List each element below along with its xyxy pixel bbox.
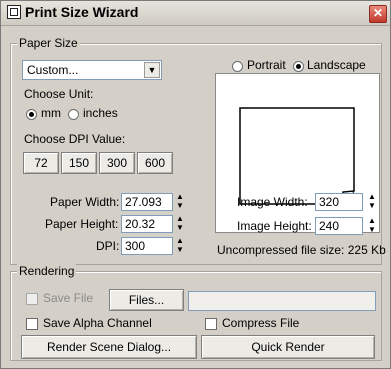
render-scene-dialog-button[interactable]: Render Scene Dialog... (21, 335, 197, 359)
paper-height-label: Paper Height: (45, 217, 119, 231)
quick-render-button[interactable]: Quick Render (201, 335, 375, 359)
close-button[interactable]: ✕ (369, 5, 387, 23)
unit-mm-radio[interactable] (26, 109, 37, 120)
dpi-field-label: DPI: (96, 239, 120, 253)
compress-file-label[interactable]: Compress File (222, 316, 299, 330)
file-size-text: Uncompressed file size: 225 Kb (217, 243, 386, 257)
image-width-field[interactable]: 320 (315, 193, 363, 211)
landscape-label[interactable]: Landscape (307, 58, 366, 72)
compress-file-checkbox[interactable] (205, 318, 217, 330)
image-width-spinner[interactable]: ▲ ▼ (367, 193, 377, 211)
paper-width-field[interactable]: 27.093 (121, 193, 173, 211)
file-path-field[interactable] (188, 291, 376, 311)
save-file-label[interactable]: Save File (43, 291, 93, 305)
dpi-72-button[interactable]: 72 (23, 152, 59, 174)
paper-preset-dropdown[interactable]: Custom... ▼ (22, 60, 162, 80)
title-bar[interactable]: Print Size Wizard ✕ (1, 1, 390, 26)
portrait-radio[interactable] (232, 61, 243, 72)
dpi-300-button[interactable]: 300 (99, 152, 135, 174)
landscape-radio[interactable] (293, 61, 304, 72)
save-alpha-checkbox[interactable] (26, 318, 38, 330)
portrait-label[interactable]: Portrait (247, 58, 286, 72)
chevron-down-icon[interactable]: ▼ (144, 62, 160, 78)
rendering-group-label: Rendering (17, 264, 77, 278)
unit-inches-label[interactable]: inches (83, 106, 118, 120)
save-alpha-label[interactable]: Save Alpha Channel (43, 316, 152, 330)
image-height-field[interactable]: 240 (315, 217, 363, 235)
files-button[interactable]: Files... (109, 289, 184, 311)
print-size-wizard-window: Print Size Wizard ✕ Paper Size Custom...… (0, 0, 391, 369)
dpi-150-button[interactable]: 150 (61, 152, 97, 174)
unit-mm-label[interactable]: mm (41, 106, 61, 120)
paper-height-field[interactable]: 20.32 (121, 215, 173, 233)
unit-inches-radio[interactable] (68, 109, 79, 120)
window-title: Print Size Wizard (25, 4, 139, 20)
image-width-label: Image Width: (237, 195, 308, 209)
save-file-checkbox[interactable] (26, 293, 38, 305)
dpi-spinner[interactable]: ▲ ▼ (175, 237, 185, 255)
paper-width-spinner[interactable]: ▲ ▼ (175, 193, 185, 211)
image-height-label: Image Height: (237, 219, 312, 233)
paper-preset-value: Custom... (27, 63, 79, 77)
app-icon (7, 5, 21, 19)
paper-height-spinner[interactable]: ▲ ▼ (175, 215, 185, 233)
paper-width-label: Paper Width: (50, 195, 120, 209)
dpi-field[interactable]: 300 (121, 237, 173, 255)
choose-dpi-label: Choose DPI Value: (24, 132, 126, 146)
image-height-spinner[interactable]: ▲ ▼ (367, 217, 377, 235)
choose-unit-label: Choose Unit: (24, 87, 94, 101)
dpi-600-button[interactable]: 600 (137, 152, 173, 174)
paper-size-group-label: Paper Size (17, 36, 80, 50)
